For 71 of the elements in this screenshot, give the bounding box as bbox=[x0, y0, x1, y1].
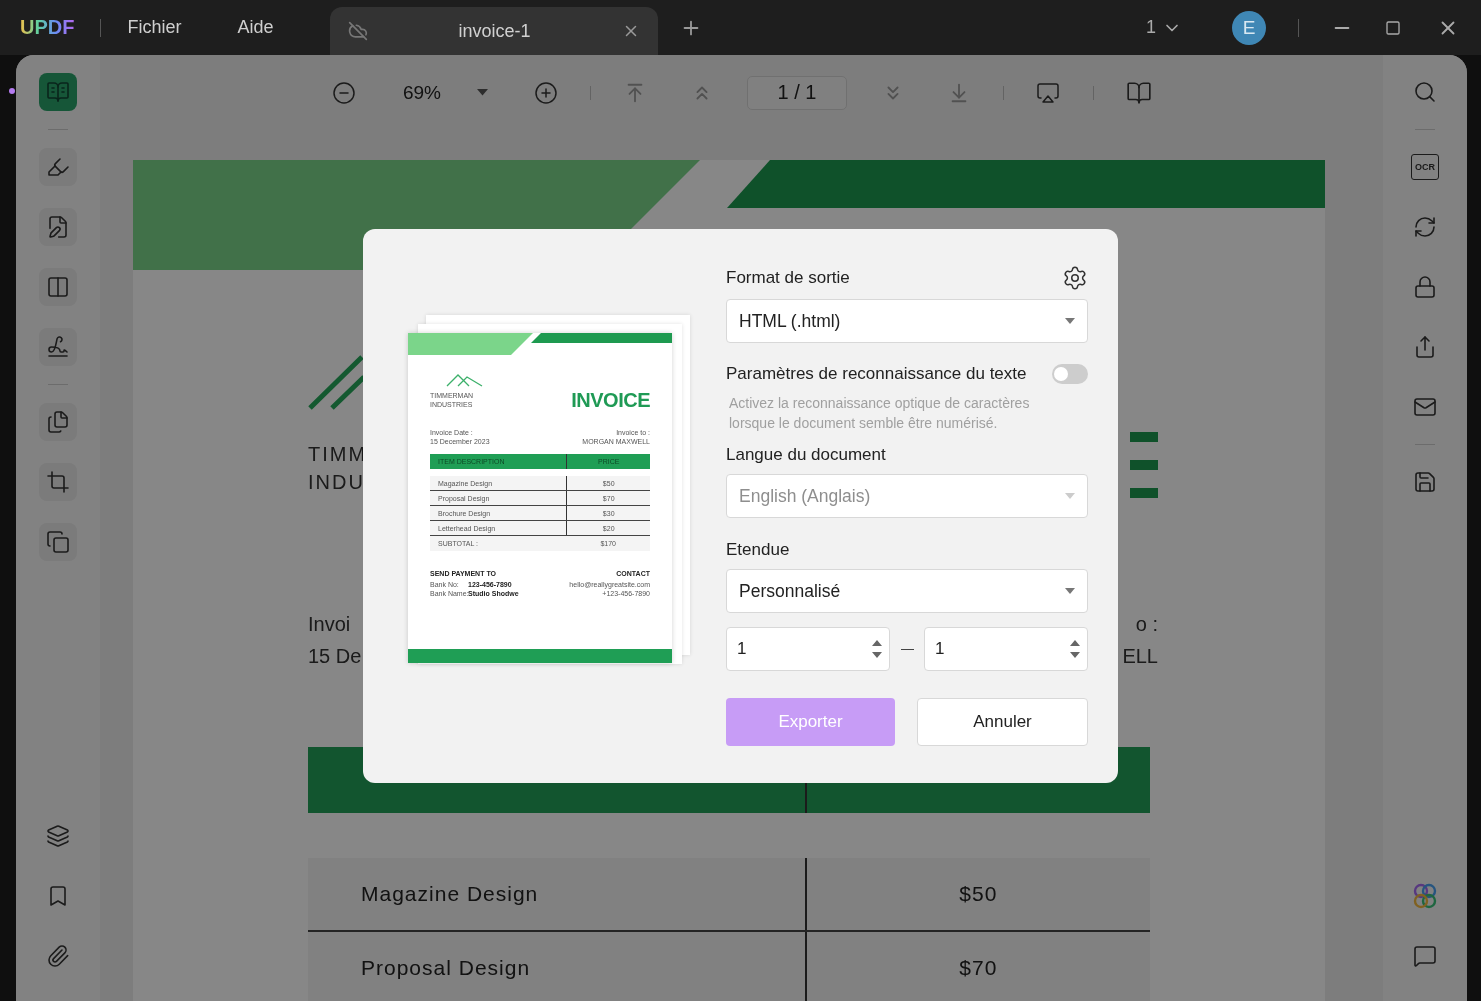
signature-icon bbox=[46, 335, 70, 359]
paperclip-icon bbox=[46, 944, 70, 968]
tool-button[interactable] bbox=[39, 523, 77, 561]
format-select[interactable]: HTML (.html) bbox=[726, 299, 1088, 343]
invoice-title: INVOICE bbox=[571, 389, 650, 412]
invoice-date-label: Invoi bbox=[308, 612, 351, 637]
cancel-button[interactable]: Annuler bbox=[917, 698, 1088, 746]
status-dot bbox=[9, 88, 15, 94]
mountain-logo-drawing bbox=[308, 355, 364, 410]
page-number-field[interactable]: 1 / 1 bbox=[747, 75, 847, 110]
caret-icon bbox=[477, 89, 488, 96]
tool-button[interactable] bbox=[39, 403, 77, 441]
flower-icon bbox=[1411, 882, 1439, 910]
language-label: Langue du document bbox=[726, 444, 886, 466]
book-icon bbox=[1126, 79, 1152, 106]
search-icon bbox=[1413, 80, 1437, 104]
table-cell-text: Magazine Design bbox=[360, 881, 540, 907]
caret-icon bbox=[1065, 588, 1075, 594]
invoice-to-label: o : bbox=[1135, 612, 1158, 637]
tool-button[interactable] bbox=[39, 463, 77, 501]
range-start-field[interactable]: 1 bbox=[726, 627, 890, 671]
menu-item[interactable]: Aide bbox=[237, 13, 274, 42]
zoom-out-icon bbox=[332, 80, 356, 105]
tool-button[interactable] bbox=[39, 73, 77, 111]
mail-icon bbox=[1413, 395, 1437, 419]
settings-icon[interactable] bbox=[1062, 265, 1088, 291]
crop-icon bbox=[46, 470, 70, 494]
tool-button[interactable] bbox=[39, 328, 77, 366]
tool-button[interactable] bbox=[39, 148, 77, 186]
screen-icon bbox=[1036, 80, 1060, 105]
mountain-logo-icon bbox=[446, 373, 483, 387]
tool-button[interactable] bbox=[39, 268, 77, 306]
columns-icon bbox=[46, 275, 70, 299]
book-icon bbox=[46, 80, 70, 104]
zoom-in-icon bbox=[534, 80, 558, 105]
window-count[interactable]: 1 bbox=[1146, 17, 1156, 38]
document-tab[interactable]: invoice-1 bbox=[329, 7, 658, 55]
save-icon bbox=[1413, 470, 1437, 494]
tool-button[interactable] bbox=[39, 208, 77, 246]
share-icon bbox=[1413, 335, 1437, 359]
comment-icon bbox=[1413, 944, 1437, 968]
caret-icon bbox=[1065, 493, 1075, 499]
table-cell: $70 bbox=[804, 932, 1150, 1001]
ocr-settings-label: Paramètres de reconnaissance du texte bbox=[726, 363, 1027, 385]
invoice-to-name: ELL bbox=[1122, 644, 1158, 669]
caret-icon bbox=[1065, 318, 1075, 324]
documents-icon bbox=[46, 410, 70, 434]
ocr-toggle[interactable] bbox=[1052, 364, 1088, 384]
menu-item[interactable]: Fichier bbox=[127, 13, 182, 42]
pen-document-icon bbox=[46, 215, 70, 239]
range-label: Etendue bbox=[726, 539, 790, 561]
output-format-label: Format de sortie bbox=[726, 267, 850, 289]
table-cell: $50 bbox=[804, 858, 1150, 930]
table-cell-text: Proposal Design bbox=[360, 955, 532, 981]
lock-icon bbox=[1413, 275, 1437, 299]
invoice-date: 15 De bbox=[308, 644, 362, 669]
ocr-button[interactable]: OCR bbox=[1411, 154, 1439, 180]
range-select[interactable]: Personnalisé bbox=[726, 569, 1088, 613]
refresh-icon bbox=[1413, 215, 1437, 239]
layers-icon bbox=[46, 824, 70, 848]
heading-fragment-drawing bbox=[1130, 432, 1158, 498]
range-end-field[interactable]: 1 bbox=[924, 627, 1088, 671]
maximize-icon[interactable] bbox=[1385, 19, 1401, 36]
zoom-level[interactable]: 69% bbox=[391, 81, 453, 104]
cloud-off-icon bbox=[347, 21, 368, 41]
stacked-squares-icon bbox=[46, 530, 70, 554]
ocr-hint: Activez la reconnaissance optique de caractères lorsque le document semble être numérisé. bbox=[729, 394, 1031, 433]
company-name: INDU bbox=[308, 470, 365, 495]
stepper-icon[interactable] bbox=[872, 638, 882, 660]
stepper-icon[interactable] bbox=[1070, 638, 1080, 660]
highlighter-icon bbox=[46, 155, 70, 179]
